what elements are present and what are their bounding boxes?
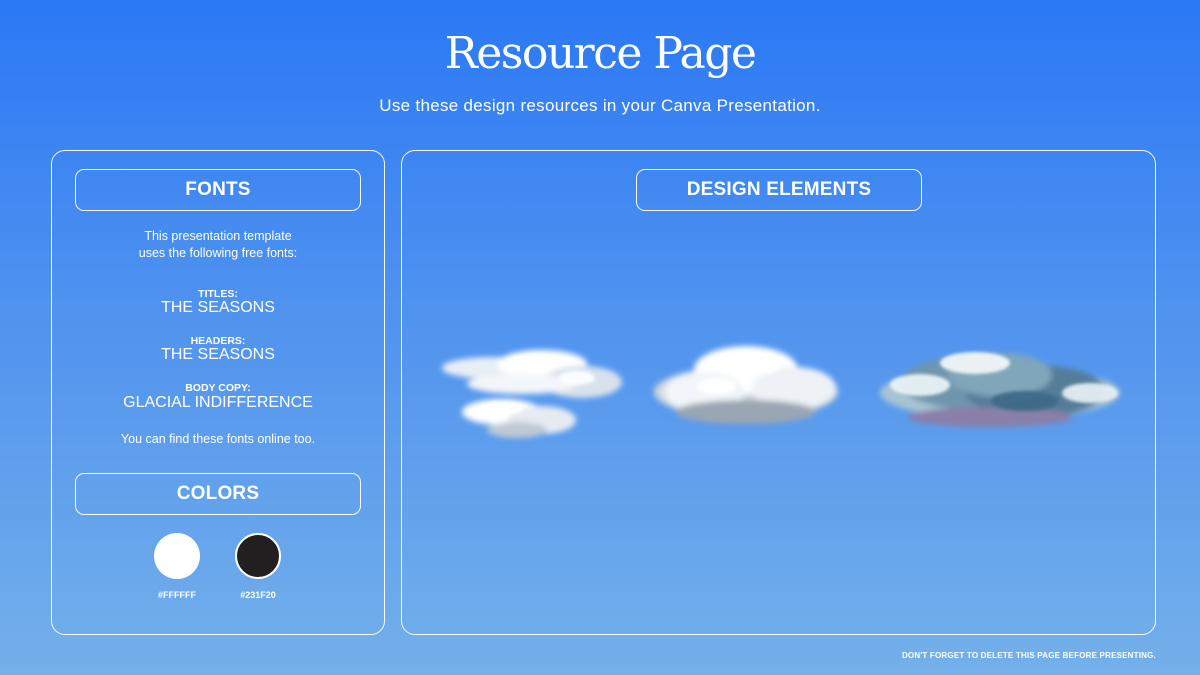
color-swatch-white	[154, 533, 200, 579]
fonts-note: You can find these fonts online too.	[120, 432, 316, 446]
page-subtitle: Use these design resources in your Canva…	[379, 96, 821, 115]
fonts-intro-line-1: This presentation template	[144, 229, 292, 243]
fonts-intro-line-2: uses the following free fonts:	[138, 246, 298, 260]
colors-header: COLORS	[75, 473, 361, 515]
titles-font-name: THE SEASONS	[161, 299, 275, 316]
fonts-header: FONTS	[75, 169, 361, 211]
color-swatch-dark	[235, 533, 281, 579]
color-swatch-white-label: #FFFFFF	[158, 590, 196, 600]
color-swatch-dark-label: #231F20	[240, 590, 276, 600]
page-title: Resource Page	[444, 28, 757, 79]
headers-font-name: THE SEASONS	[161, 346, 275, 363]
fluffy-cloud-icon	[654, 346, 838, 424]
delete-page-reminder: DON'T FORGET TO DELETE THIS PAGE BEFORE …	[901, 651, 1156, 660]
storm-cloud-icon	[880, 352, 1120, 427]
design-elements-header: DESIGN ELEMENTS	[636, 169, 922, 211]
body-copy-font-name: GLACIAL INDIFFERENCE	[123, 394, 313, 411]
wispy-cloud-icon	[442, 350, 622, 438]
